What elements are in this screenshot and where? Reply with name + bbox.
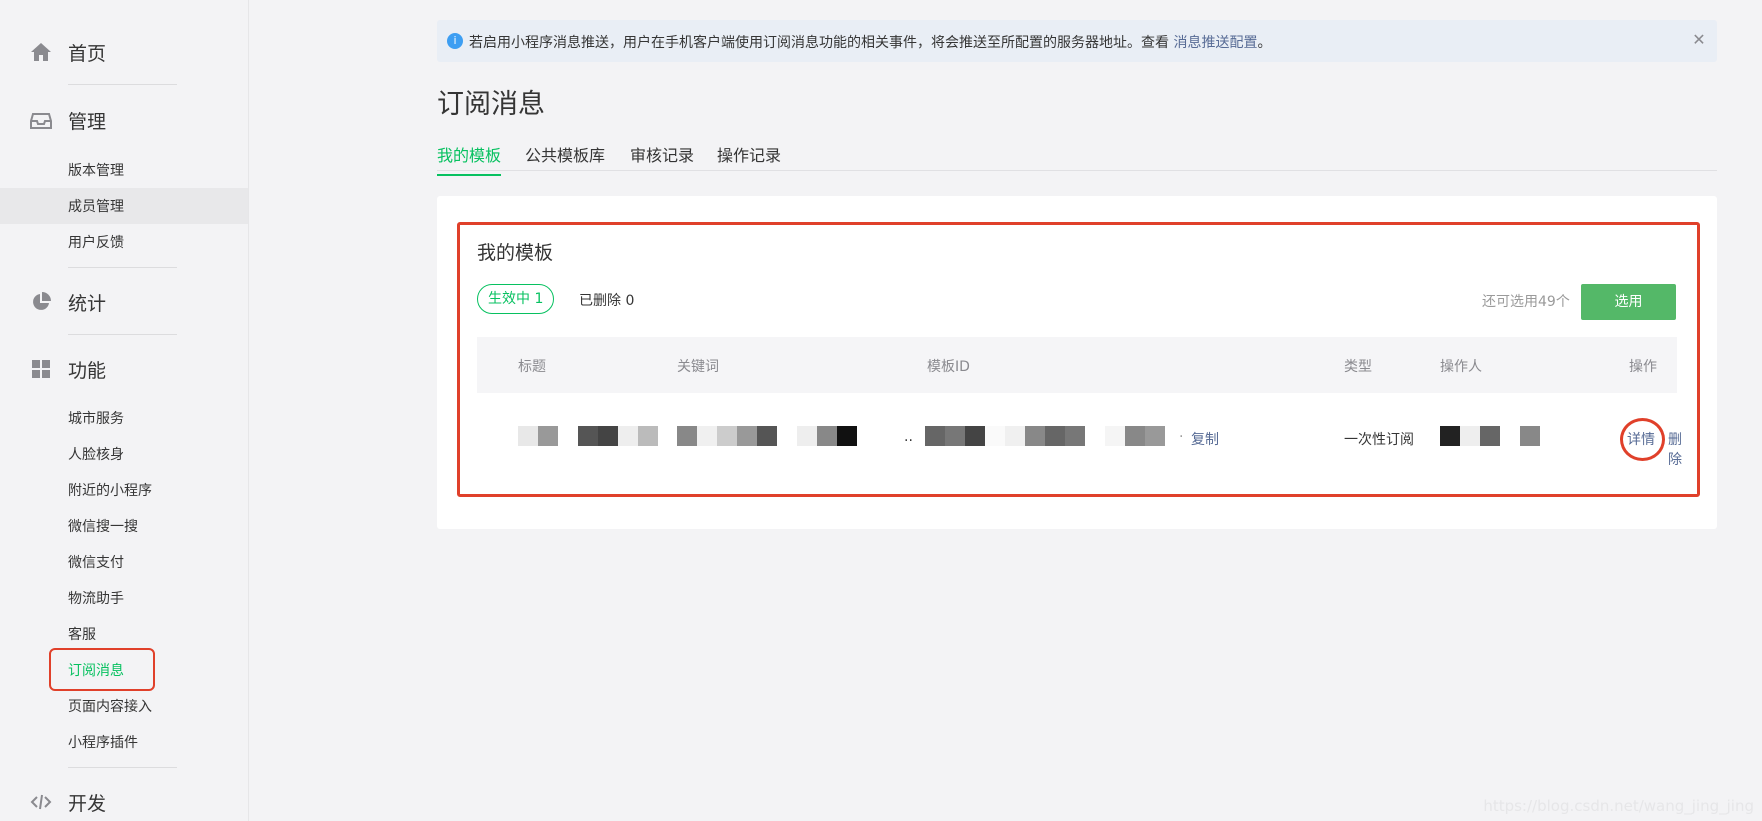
nav-manage[interactable]: 管理 <box>0 108 248 133</box>
notice-text: 若启用小程序消息推送，用户在手机客户端使用订阅消息功能的相关事件，将会推送至所配… <box>469 32 1271 52</box>
table-row: .. · 复制 一次性订阅 详情 删除 <box>477 410 1682 468</box>
notice-message: 若启用小程序消息推送，用户在手机客户端使用订阅消息功能的相关事件，将会推送至所配… <box>469 35 1174 51</box>
divider <box>68 267 177 268</box>
sidebar-item-logistics[interactable]: 物流助手 <box>0 581 248 615</box>
sidebar-item-city-service[interactable]: 城市服务 <box>0 401 248 435</box>
sidebar-item-plugins[interactable]: 小程序插件 <box>0 725 248 759</box>
info-icon: i <box>447 33 463 49</box>
sidebar-item-label: 城市服务 <box>68 411 124 427</box>
sidebar: 首页 管理 版本管理 成员管理 用户反馈 统计 功能 城市服务 人脸核身 附近的… <box>0 0 249 821</box>
nav-stats[interactable]: 统计 <box>0 290 248 315</box>
sidebar-item-label: 用户反馈 <box>68 235 124 251</box>
page-title: 订阅消息 <box>437 89 545 120</box>
column-keywords: 关键词 <box>677 359 719 375</box>
sidebar-item-label: 微信搜一搜 <box>68 519 138 535</box>
notice-suffix: 。 <box>1257 35 1272 51</box>
sidebar-item-label: 页面内容接入 <box>68 699 152 715</box>
sidebar-item-label: 版本管理 <box>68 163 124 179</box>
details-link[interactable]: 详情 <box>1627 429 1655 449</box>
remaining-count: 还可选用49个 <box>1482 294 1570 310</box>
sidebar-item-customer-service[interactable]: 客服 <box>0 617 248 651</box>
nav-stats-label: 统计 <box>68 292 107 315</box>
nav-dev-label: 开发 <box>68 792 107 815</box>
type-value: 一次性订阅 <box>1344 432 1414 448</box>
nav-features[interactable]: 功能 <box>0 357 248 382</box>
sidebar-item-wechat-search[interactable]: 微信搜一搜 <box>0 509 248 543</box>
column-operator: 操作人 <box>1440 359 1482 375</box>
sidebar-item-label: 微信支付 <box>68 555 124 571</box>
column-title: 标题 <box>518 359 546 375</box>
tab-public-library[interactable]: 公共模板库 <box>525 142 605 174</box>
notice-banner: i 若启用小程序消息推送，用户在手机客户端使用订阅消息功能的相关事件，将会推送至… <box>437 20 1717 62</box>
blurred-title <box>518 426 658 446</box>
column-action: 操作 <box>1629 359 1657 375</box>
sidebar-item-page-content[interactable]: 页面内容接入 <box>0 689 248 723</box>
tabs: 我的模板 公共模板库 审核记录 操作记录 <box>437 140 1717 176</box>
select-template-button[interactable]: 选用 <box>1581 284 1676 320</box>
template-card: 我的模板 生效中 1 已删除 0 还可选用49个 选用 标题 关键词 模板ID … <box>437 196 1717 529</box>
push-config-link[interactable]: 消息推送配置 <box>1173 35 1257 51</box>
table-header: 标题 关键词 模板ID 类型 操作人 操作 <box>477 337 1677 393</box>
copy-link[interactable]: 复制 <box>1191 429 1219 449</box>
code-icon <box>30 791 52 813</box>
sidebar-item-label: 人脸核身 <box>68 447 124 463</box>
sidebar-item-label: 客服 <box>68 627 96 643</box>
nav-home[interactable]: 首页 <box>0 40 248 65</box>
id-dot: · <box>1179 429 1184 445</box>
divider <box>68 334 177 335</box>
blurred-template-id <box>925 426 1165 446</box>
nav-dev[interactable]: 开发 <box>0 790 248 815</box>
home-icon <box>30 41 52 63</box>
divider <box>68 84 177 85</box>
inbox-icon <box>30 109 52 131</box>
delete-link[interactable]: 删除 <box>1668 429 1682 469</box>
status-active-filter[interactable]: 生效中 1 <box>477 284 555 314</box>
highlight-annotation <box>49 648 155 691</box>
pie-chart-icon <box>30 291 52 313</box>
nav-home-label: 首页 <box>68 42 107 65</box>
divider <box>68 767 177 768</box>
tab-my-templates[interactable]: 我的模板 <box>437 142 502 176</box>
sidebar-item-label: 成员管理 <box>68 199 124 215</box>
nav-manage-label: 管理 <box>68 110 107 133</box>
keywords-ellipsis: .. <box>904 429 913 445</box>
grid-icon <box>30 358 52 380</box>
sidebar-item-label: 物流助手 <box>68 591 124 607</box>
sidebar-item-face-verify[interactable]: 人脸核身 <box>0 437 248 471</box>
sidebar-item-version[interactable]: 版本管理 <box>0 153 248 187</box>
blurred-keywords <box>677 426 857 446</box>
tab-review-records[interactable]: 审核记录 <box>630 142 694 174</box>
sidebar-item-label: 附近的小程序 <box>68 483 152 499</box>
tab-operation-records[interactable]: 操作记录 <box>717 142 781 174</box>
sidebar-item-feedback[interactable]: 用户反馈 <box>0 225 248 259</box>
status-deleted-filter[interactable]: 已删除 0 <box>579 290 634 310</box>
sidebar-item-wechat-pay[interactable]: 微信支付 <box>0 545 248 579</box>
sidebar-item-label: 小程序插件 <box>68 735 138 751</box>
card-title: 我的模板 <box>477 242 554 264</box>
close-icon[interactable]: ✕ <box>1689 30 1709 50</box>
nav-features-label: 功能 <box>68 359 107 382</box>
blurred-operator <box>1440 426 1540 446</box>
column-type: 类型 <box>1344 359 1372 375</box>
sidebar-item-nearby[interactable]: 附近的小程序 <box>0 473 248 507</box>
column-template-id: 模板ID <box>927 359 970 375</box>
watermark: https://blog.csdn.net/wang_jing_jing <box>1483 797 1754 815</box>
sidebar-item-members[interactable]: 成员管理 <box>0 188 248 224</box>
